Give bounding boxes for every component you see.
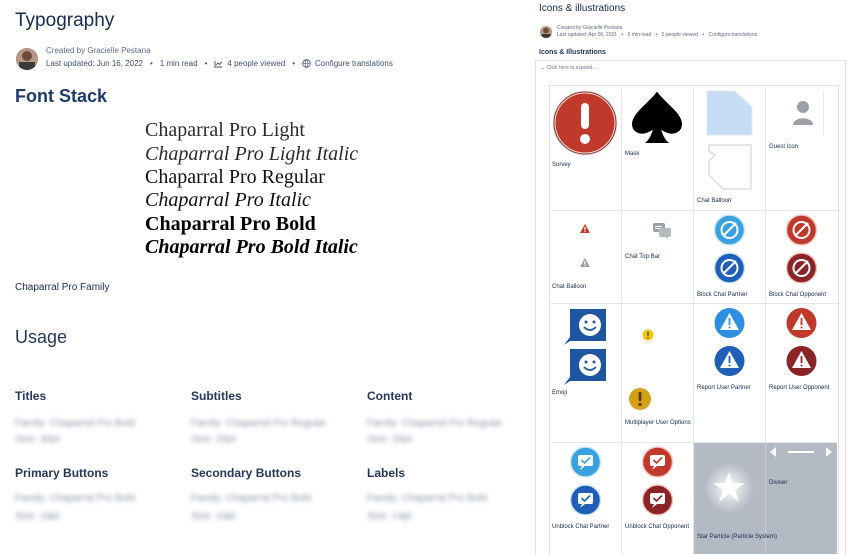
viewed-count-link[interactable]: 4 people viewed <box>227 59 285 68</box>
cell-label: Emoji <box>552 390 568 396</box>
divider-arrows-icon <box>768 446 834 458</box>
cell-label: Chat Top Bar <box>625 254 660 260</box>
emoji-smile-icon <box>562 307 610 385</box>
guest-user-icon <box>792 100 814 126</box>
font-sample-regular: Chaparral Pro Regular <box>145 166 325 188</box>
cell-label: Chat Balloon <box>697 198 732 204</box>
report-user-opponent-icon[interactable] <box>785 307 818 379</box>
usage-family: Family: Chaparral Pro Bold <box>15 418 136 429</box>
warning-red-icon <box>579 223 591 234</box>
font-sample-italic: Chaparral Pro Italic <box>145 189 311 211</box>
page-title: Typography <box>15 10 115 31</box>
cell-label: Diviser <box>769 480 788 486</box>
font-sample-bold-italic: Chaparral Pro Bold Italic <box>145 236 358 258</box>
usage-title: Subtitles <box>191 389 242 403</box>
star-particle-icon <box>703 462 755 514</box>
block-chat-opponent-icon[interactable] <box>785 214 818 286</box>
report-user-partner-icon[interactable] <box>713 307 746 379</box>
chat-balloon-icon <box>705 89 755 193</box>
cell-label: Multiplayer User Options <box>625 420 691 426</box>
chevron-down-icon: ⌄ <box>541 65 546 71</box>
expand-label: Click here to expand... <box>546 65 597 71</box>
section-heading: Icons & Illustrations <box>539 49 606 56</box>
font-family-caption: Chaparral Pro Family <box>15 282 110 293</box>
separator-dot: • <box>149 59 153 68</box>
font-sample-bold: Chaparral Pro Bold <box>145 213 316 235</box>
usage-size: Size: 16pt <box>367 434 412 445</box>
usage-size: Size: 30pt <box>15 434 60 445</box>
separator-dot: • <box>621 32 624 38</box>
unblock-chat-partner-icon[interactable] <box>569 446 602 518</box>
usage-family: Family: Chaparral Pro Regular <box>367 418 503 429</box>
font-stack-heading: Font Stack <box>15 86 108 106</box>
read-time: 1 min read <box>159 59 198 68</box>
usage-family: Family: Chaparral Pro Bold <box>15 493 136 504</box>
cell-label: Report User Partner <box>697 385 751 391</box>
created-by: Created by Gracielle Pestana <box>557 25 623 31</box>
read-time: 6 min read <box>627 32 652 38</box>
separator-dot: • <box>702 32 705 38</box>
warning-grey-icon <box>579 257 591 268</box>
configure-translations-link[interactable]: Configure translations <box>708 32 757 38</box>
usage-size: Size: 14pt <box>367 511 412 522</box>
expand-toggle[interactable]: ⌄ Click here to expand... <box>541 65 596 71</box>
cell-label: Block Chat Partner <box>697 292 748 298</box>
cell-label: Report User Opponent <box>769 385 830 391</box>
chat-bubbles-icon <box>652 222 672 240</box>
configure-translations-link[interactable]: Configure translations <box>315 59 393 68</box>
usage-size: Size: 18pt <box>15 511 60 522</box>
spade-icon <box>627 88 687 146</box>
cell-label: Survey <box>552 162 571 168</box>
last-updated: Last updated: Apr 06, 2021 <box>557 32 618 38</box>
usage-size: Size: 20pt <box>191 434 236 445</box>
block-chat-partner-icon[interactable] <box>713 214 746 286</box>
usage-heading: Usage <box>15 327 68 347</box>
last-updated: Last updated: Jun 16, 2022 <box>46 59 143 68</box>
usage-title: Labels <box>367 466 406 480</box>
separator-dot: • <box>292 59 296 68</box>
alert-small-icon <box>642 329 654 341</box>
font-sample-light: Chaparral Pro Light <box>145 119 305 141</box>
cell-label: Guest Icon <box>769 144 799 150</box>
meta-row: Last updated: Apr 06, 2021 • 6 min read … <box>557 32 757 38</box>
cell-label: Star Particle (Particle System) <box>697 534 778 540</box>
usage-title: Secondary Buttons <box>191 466 302 480</box>
cell-label: Mask <box>625 151 640 157</box>
separator-dot: • <box>204 59 208 68</box>
usage-title: Primary Buttons <box>15 466 109 480</box>
usage-size: Size: 16pt <box>191 511 236 522</box>
separator-dot: • <box>655 32 658 38</box>
survey-icon <box>552 90 618 156</box>
usage-family: Family: Chaparral Pro Regular <box>191 418 327 429</box>
cell-label: Unblock Chat Opponent <box>625 524 690 530</box>
unblock-chat-opponent-icon[interactable] <box>641 446 674 518</box>
author-avatar[interactable] <box>540 26 552 38</box>
cell-label: Block Chat Opponent <box>769 292 827 298</box>
page-title: Icons & illustrations <box>539 3 626 14</box>
viewed-count-link[interactable]: 5 people viewed <box>662 32 698 38</box>
usage-title: Titles <box>15 389 47 403</box>
chart-icon <box>214 60 223 68</box>
created-by: Created by Gracielle Pestana <box>46 46 151 55</box>
meta-row: Last updated: Jun 16, 2022 • 1 min read … <box>46 59 393 68</box>
font-sample-light-italic: Chaparral Pro Light Italic <box>145 143 359 165</box>
alert-large-icon <box>628 387 652 411</box>
usage-family: Family: Chaparral Pro Bold <box>191 493 312 504</box>
cell-label: Chat Balloon <box>552 284 587 290</box>
usage-family: Family: Chaparral Pro Bold <box>367 493 488 504</box>
cell-label: Unblock Chat Partner <box>552 524 610 530</box>
usage-title: Content <box>367 389 413 403</box>
author-avatar[interactable] <box>16 48 38 70</box>
globe-icon <box>302 59 311 68</box>
